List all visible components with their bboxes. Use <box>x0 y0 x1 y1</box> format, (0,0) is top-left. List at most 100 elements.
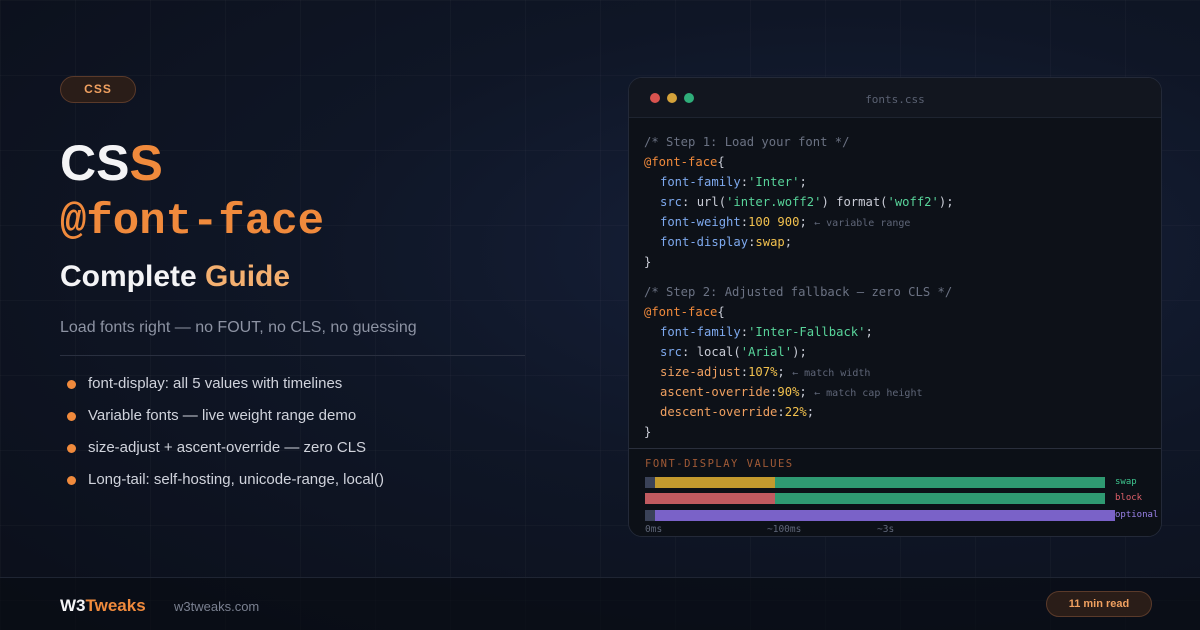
font-display-panel: FONT-DISPLAY VALUES swap block optional … <box>629 448 1161 536</box>
code-line: @font-face{ <box>644 152 1154 172</box>
title-css-accent: S <box>129 135 163 191</box>
feature-item: font-display: all 5 values with timeline… <box>60 368 525 400</box>
code-punct: ; <box>865 325 873 339</box>
feature-text: font-display: all 5 values with timeline… <box>88 375 343 392</box>
code-punct: ; <box>799 175 807 189</box>
code-punct: : <box>777 405 785 419</box>
bar-segment-block <box>645 510 655 521</box>
code-punct: ; <box>777 365 793 379</box>
code-punct: ); <box>792 345 807 359</box>
code-annotation: ← match cap height <box>814 388 923 399</box>
code-annotation: ← variable range <box>814 218 911 229</box>
bar-segment-swap <box>775 477 1105 488</box>
optional-timeline-bar <box>645 510 1115 521</box>
tick-label: ~3s <box>877 524 895 535</box>
code-property: ascent-override <box>660 385 771 399</box>
code-line: font-family:'Inter-Fallback'; <box>644 322 1154 342</box>
code-punct: ; <box>799 215 815 229</box>
code-line: font-display:swap; <box>644 232 1154 252</box>
footer: W3Tweaks w3tweaks.com 11 min read <box>0 577 1200 630</box>
code-comment: /* Step 1: Load your font */ <box>644 135 850 149</box>
brand-text: W3 <box>60 596 86 615</box>
title-css: CSS <box>60 135 525 191</box>
code-property: font-display <box>660 235 749 249</box>
font-display-title: FONT-DISPLAY VALUES <box>645 458 794 470</box>
hero-text: CSS CSS @font-face Complete Guide Load f… <box>60 76 525 496</box>
code-property: font-weight <box>660 215 741 229</box>
code-string: 'Arial' <box>740 345 793 359</box>
code-punct: ); <box>938 195 954 209</box>
code-property: src <box>660 195 683 209</box>
subtitle: Load fonts right — no FOUT, no CLS, no g… <box>60 319 417 336</box>
code-line: ascent-override:90%; ← match cap height <box>644 382 1154 402</box>
code-number: 107% <box>748 365 778 379</box>
bar-segment-swap <box>775 493 1105 504</box>
code-brace: } <box>644 255 652 269</box>
code-number: 22% <box>784 405 807 419</box>
window-filename: fonts.css <box>865 93 925 106</box>
title-guide-word: Guide <box>205 260 291 293</box>
block-timeline-bar <box>645 493 1105 504</box>
code-property: size-adjust <box>660 365 741 379</box>
title-complete-guide: Complete Guide <box>60 257 525 297</box>
code-value: swap <box>755 235 785 249</box>
code-line: font-weight:100 900; ← variable range <box>644 212 1154 232</box>
bar-segment-optional <box>655 510 1115 521</box>
code-at-rule: @font-face <box>644 155 718 169</box>
code-property: font-family <box>660 175 741 189</box>
code-block: /* Step 1: Load your font */ @font-face{… <box>644 132 1154 442</box>
code-annotation: ← match width <box>792 368 871 379</box>
code-string: 'inter.woff2' <box>726 195 822 209</box>
code-property: descent-override <box>660 405 778 419</box>
feature-list: font-display: all 5 values with timeline… <box>60 368 525 496</box>
swap-timeline-bar <box>645 477 1105 488</box>
code-line: src: url('inter.woff2') format('woff2'); <box>644 192 1154 212</box>
code-punct: ; <box>799 385 815 399</box>
bullet-dot-icon <box>67 412 76 421</box>
feature-text: Variable fonts — live weight range demo <box>88 407 357 424</box>
code-punct: : <box>740 325 749 339</box>
code-punct: ; <box>806 405 815 419</box>
category-badge[interactable]: CSS <box>60 76 136 103</box>
code-property: font-family <box>660 325 741 339</box>
bar-segment-block <box>645 477 655 488</box>
swap-label: swap <box>1115 477 1137 487</box>
code-line: } <box>644 252 1154 272</box>
bar-segment-fallback <box>655 477 775 488</box>
code-line: descent-override:22%; <box>644 402 1154 422</box>
code-number: 100 900 <box>748 215 800 229</box>
code-line: size-adjust:107%; ← match width <box>644 362 1154 382</box>
bar-segment-invisible <box>645 493 775 504</box>
title-font-face: @font-face <box>60 197 325 247</box>
code-property: src <box>660 345 683 359</box>
code-string: 'Inter-Fallback' <box>748 325 866 339</box>
code-punct: ; <box>784 235 793 249</box>
tick-label: ~100ms <box>767 524 802 535</box>
brand-logo[interactable]: W3Tweaks <box>60 596 146 616</box>
window-titlebar: fonts.css <box>629 78 1161 118</box>
code-function: local( <box>696 345 741 359</box>
code-function: ) format( <box>821 195 888 209</box>
divider <box>60 355 525 356</box>
code-function: url( <box>696 195 727 209</box>
code-number: 90% <box>777 385 800 399</box>
title-css-text: CS <box>60 135 130 191</box>
code-string: 'Inter' <box>748 175 800 189</box>
code-window: fonts.css /* Step 1: Load your font */ @… <box>628 77 1162 537</box>
code-punct: : <box>740 175 749 189</box>
code-line: } <box>644 422 1154 442</box>
feature-text: size-adjust + ascent-override — zero CLS <box>88 439 367 456</box>
site-url[interactable]: w3tweaks.com <box>174 599 259 614</box>
code-punct: : <box>682 195 697 209</box>
bullet-dot-icon <box>67 476 76 485</box>
title-complete: Complete <box>60 260 206 293</box>
feature-item: Variable fonts — live weight range demo <box>60 400 525 432</box>
tick-label: 0ms <box>645 524 663 535</box>
code-line: @font-face{ <box>644 302 1154 322</box>
code-punct: : <box>740 365 749 379</box>
feature-item: size-adjust + ascent-override — zero CLS <box>60 432 525 464</box>
optional-label: optional <box>1115 510 1159 520</box>
code-brace: } <box>644 425 652 439</box>
block-label: block <box>1115 493 1143 503</box>
code-line: src: local('Arial'); <box>644 342 1154 362</box>
